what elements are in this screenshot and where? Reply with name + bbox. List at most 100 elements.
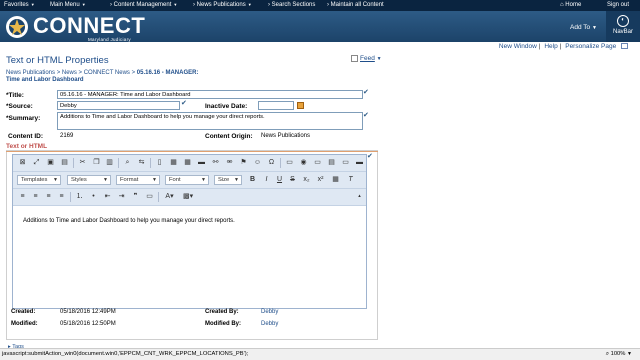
breadcrumb-maintain-all[interactable]: › Maintain all Content — [327, 2, 384, 8]
styles-dropdown[interactable]: Styles ▼ — [67, 175, 111, 185]
link-icon[interactable]: ⚯ — [211, 158, 220, 167]
zoom-control[interactable]: ⌕ 100% ▼ — [606, 351, 632, 358]
breadcrumb-path[interactable]: News Publications > News > CONNECT News … — [6, 70, 137, 76]
content-id-value: 2169 — [60, 133, 74, 139]
spellcheck-icon[interactable]: ✔ — [363, 88, 371, 96]
align-left-icon[interactable]: ≡ — [18, 192, 27, 201]
numbered-list-icon[interactable]: ⒈ — [75, 192, 84, 201]
remove-format-icon[interactable]: T — [346, 175, 355, 184]
breadcrumb-content-management[interactable]: › Content Management ▼ — [110, 2, 177, 8]
superscript-icon[interactable]: x² — [316, 175, 325, 184]
unlink-icon[interactable]: ⚮ — [225, 158, 234, 167]
modified-by-link[interactable]: Debby — [261, 321, 278, 327]
justify-icon[interactable]: ≡ — [57, 192, 66, 201]
subscript-icon[interactable]: x₂ — [302, 175, 311, 184]
new-window-link[interactable]: New Window — [499, 43, 537, 50]
font-label: Font — [169, 177, 181, 183]
radio-icon[interactable]: ◉ — [299, 158, 308, 167]
spellcheck-toolbar-icon[interactable]: ▦ — [331, 175, 340, 184]
modified-label: Modified: — [11, 321, 38, 327]
hidden-field-icon[interactable]: ▬ — [355, 158, 364, 167]
indent-icon[interactable]: ⇥ — [117, 192, 126, 201]
format-dropdown[interactable]: Format ▼ — [116, 175, 160, 185]
zoom-level: 100% — [610, 351, 626, 357]
preview-icon[interactable]: ▣ — [46, 158, 55, 167]
blockquote-icon[interactable]: ❞ — [131, 192, 140, 201]
anchor-icon[interactable]: ⚑ — [239, 158, 248, 167]
page-options-icon[interactable] — [621, 43, 628, 50]
summary-label: *Summary: — [6, 115, 41, 122]
print-icon[interactable]: ▤ — [60, 158, 69, 167]
source-input[interactable]: Debby — [57, 101, 180, 110]
spellcheck-icon[interactable]: ✔ — [367, 152, 375, 160]
calendar-icon[interactable] — [297, 102, 304, 109]
align-right-icon[interactable]: ≡ — [44, 192, 53, 201]
content-origin-value: News Publications — [261, 133, 311, 139]
background-color-icon[interactable]: ▩▾ — [183, 192, 193, 201]
form-icon[interactable]: ▭ — [285, 158, 294, 167]
smiley-icon[interactable]: ☺ — [253, 158, 262, 167]
div-container-icon[interactable]: ▭ — [145, 192, 154, 201]
compass-icon: ◐ — [617, 15, 629, 27]
templates-dropdown[interactable]: Templates ▼ — [17, 175, 61, 185]
templates-label: Templates — [21, 177, 48, 183]
maximize-icon[interactable]: ⤢ — [32, 158, 41, 167]
title-input[interactable]: 05.16.16 - MANAGER: Time and Labor Dashb… — [57, 90, 363, 99]
select-icon[interactable]: ▤ — [327, 158, 336, 167]
bulleted-list-icon[interactable]: • — [89, 192, 98, 201]
replace-icon[interactable]: ⇆ — [137, 158, 146, 167]
source-icon[interactable]: ⊠ — [18, 158, 27, 167]
inactive-date-label: Inactive Date: — [205, 103, 248, 110]
strikethrough-icon[interactable]: S — [288, 175, 297, 184]
personalize-page-link[interactable]: Personalize Page — [565, 43, 616, 50]
cut-icon[interactable]: ✂ — [78, 158, 87, 167]
section-title: Text or HTML — [6, 143, 378, 152]
breadcrumb-news-publications[interactable]: › News Publications ▼ — [193, 2, 252, 8]
copy-icon[interactable]: ❐ — [92, 158, 101, 167]
bold-icon[interactable]: B — [248, 175, 257, 184]
summary-textarea[interactable]: Additions to Time and Labor Dashboard to… — [57, 112, 363, 130]
editor-toolbar-row-2: Templates ▼ Styles ▼ Format ▼ Font ▼ Size ▼ B… — [13, 172, 366, 189]
add-to-menu[interactable]: Add To ▼ — [570, 24, 597, 31]
created-by-link[interactable]: Debby — [261, 309, 278, 315]
table-icon[interactable]: ▦ — [183, 158, 192, 167]
outdent-icon[interactable]: ⇤ — [103, 192, 112, 201]
page-links: New Window | Help | Personalize Page — [499, 43, 628, 50]
italic-icon[interactable]: I — [262, 175, 271, 184]
flash-icon[interactable]: ▦ — [169, 158, 178, 167]
sign-out-link[interactable]: Sign out — [607, 2, 629, 8]
chevron-down-icon: ▼ — [152, 177, 157, 183]
chevron-down-icon: ▼ — [201, 177, 206, 183]
image-icon[interactable]: ▯ — [155, 158, 164, 167]
collapse-toolbar-icon[interactable]: ▴ — [355, 192, 364, 201]
textfield-icon[interactable]: ▭ — [313, 158, 322, 167]
home-link[interactable]: ⌂ Home — [560, 2, 581, 8]
favorites-menu[interactable]: Favorites ▼ — [4, 2, 35, 8]
font-dropdown[interactable]: Font ▼ — [165, 175, 209, 185]
brand-title: CONNECT — [33, 13, 146, 38]
spellcheck-icon[interactable]: ✔ — [181, 99, 189, 107]
main-menu[interactable]: Main Menu ▼ — [50, 2, 86, 8]
maintain-all-label: Maintain all Content — [330, 2, 384, 8]
size-dropdown[interactable]: Size ▼ — [214, 175, 242, 185]
horizontal-rule-icon[interactable]: ▬ — [197, 158, 206, 167]
spellcheck-icon[interactable]: ✔ — [363, 111, 371, 119]
navbar-button[interactable]: ◐ NavBar — [606, 11, 640, 42]
paste-icon[interactable]: ▥ — [105, 158, 114, 167]
content-origin-label: Content Origin: — [205, 133, 253, 140]
button-icon[interactable]: ▭ — [341, 158, 350, 167]
help-link[interactable]: Help — [544, 43, 557, 50]
feed-link[interactable]: Feed ▼ — [351, 55, 382, 62]
underline-icon[interactable]: U — [275, 175, 284, 184]
find-icon[interactable]: ⌕ — [123, 158, 132, 167]
text-color-icon[interactable]: A▾ — [165, 192, 174, 201]
content-id-label: Content ID: — [8, 133, 44, 140]
special-char-icon[interactable]: Ω — [267, 158, 276, 167]
format-label: Format — [120, 177, 139, 183]
home-label: Home — [565, 2, 582, 8]
breadcrumb-search-sections[interactable]: › Search Sections — [268, 2, 315, 8]
editor-content[interactable]: Additions to Time and Labor Dashboard to… — [23, 218, 235, 224]
inactive-date-input[interactable] — [258, 101, 294, 110]
align-center-icon[interactable]: ≡ — [31, 192, 40, 201]
chevron-down-icon: ▼ — [591, 25, 597, 31]
